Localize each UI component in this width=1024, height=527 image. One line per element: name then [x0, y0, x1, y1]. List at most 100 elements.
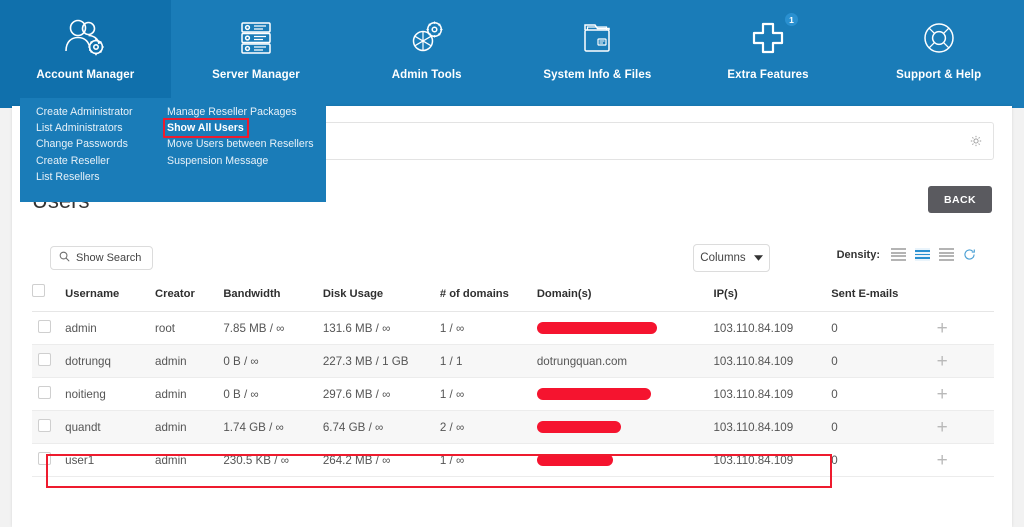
cell-username: dotrungq [65, 345, 155, 378]
column-header-domains[interactable]: Domain(s) [537, 284, 714, 312]
nav-item-server-manager[interactable]: Server Manager [171, 0, 342, 108]
density-control: Density: [837, 248, 976, 261]
table-toolbar: Show Search Columns Density: [32, 246, 992, 274]
row-checkbox[interactable] [38, 386, 51, 399]
cell-domains [537, 411, 714, 444]
density-comfortable-icon[interactable] [891, 248, 906, 261]
table-row[interactable]: dotrungqadmin0 B / ∞227.3 MB / 1 GB1 / 1… [32, 345, 994, 378]
cell-sent-emails: 0 [831, 444, 936, 477]
row-select-cell [32, 378, 65, 411]
cell-expand: + [937, 345, 994, 378]
users-gear-icon [59, 14, 111, 62]
columns-label: Columns [700, 252, 745, 264]
cell-sent-emails: 0 [831, 378, 936, 411]
select-all-checkbox[interactable] [32, 284, 45, 297]
users-table: Username Creator Bandwidth Disk Usage # … [32, 284, 994, 477]
density-standard-icon[interactable] [915, 248, 930, 261]
cell-num-domains: 2 / ∞ [440, 411, 537, 444]
plus-icon[interactable]: + [937, 351, 948, 372]
refresh-icon[interactable] [963, 248, 976, 261]
table-header-row: Username Creator Bandwidth Disk Usage # … [32, 284, 994, 312]
search-icon [59, 251, 70, 265]
menu-item-create-reseller[interactable]: Create Reseller [34, 153, 112, 169]
nav-label: Account Manager [36, 69, 134, 81]
cell-disk-usage: 264.2 MB / ∞ [323, 444, 440, 477]
cell-ip: 103.110.84.109 [713, 444, 831, 477]
lifering-icon [917, 14, 961, 62]
cell-domains: dotrungquan.com [537, 345, 714, 378]
column-header-num-domains[interactable]: # of domains [440, 284, 537, 312]
column-header-ips[interactable]: IP(s) [713, 284, 831, 312]
column-header-username[interactable]: Username [65, 284, 155, 312]
cell-expand: + [937, 411, 994, 444]
menu-item-show-all-users[interactable]: Show All Users [165, 120, 247, 136]
row-checkbox[interactable] [38, 452, 51, 465]
cell-creator: admin [155, 444, 223, 477]
table-row[interactable]: quandtadmin1.74 GB / ∞6.74 GB / ∞2 / ∞10… [32, 411, 994, 444]
menu-item-change-passwords[interactable]: Change Passwords [34, 136, 130, 152]
nav-item-admin-tools[interactable]: Admin Tools [341, 0, 512, 108]
columns-dropdown[interactable]: Columns [693, 244, 770, 272]
row-select-cell [32, 312, 65, 345]
row-checkbox[interactable] [38, 320, 51, 333]
table-row[interactable]: adminroot7.85 MB / ∞131.6 MB / ∞1 / ∞103… [32, 312, 994, 345]
plus-icon[interactable]: + [937, 417, 948, 438]
menu-item-list-resellers[interactable]: List Resellers [34, 169, 102, 185]
density-compact-icon[interactable] [939, 248, 954, 261]
nav-item-account-manager[interactable]: Account Manager [0, 0, 171, 108]
cell-expand: + [937, 378, 994, 411]
nav-item-system-info-files[interactable]: System Info & Files [512, 0, 683, 108]
cell-creator: admin [155, 411, 223, 444]
plus-icon[interactable]: + [937, 450, 948, 471]
menu-item-create-administrator[interactable]: Create Administrator [34, 104, 135, 120]
menu-item-manage-reseller-packages[interactable]: Manage Reseller Packages [165, 104, 299, 120]
notification-badge: 1 [784, 12, 799, 27]
menu-item-list-administrators[interactable]: List Administrators [34, 120, 125, 136]
row-select-cell [32, 345, 65, 378]
cell-ip: 103.110.84.109 [713, 312, 831, 345]
gear-icon[interactable] [959, 123, 993, 159]
select-all-header [32, 284, 65, 312]
dropdown-column-2: Manage Reseller Packages Show All Users … [165, 104, 325, 202]
cell-expand: + [937, 444, 994, 477]
server-rack-icon [234, 14, 278, 62]
account-manager-dropdown: Create Administrator List Administrators… [20, 98, 326, 202]
column-header-creator[interactable]: Creator [155, 284, 223, 312]
redacted-domain-bar [537, 388, 651, 400]
cell-disk-usage: 131.6 MB / ∞ [323, 312, 440, 345]
cell-creator: admin [155, 378, 223, 411]
table-row[interactable]: noitiengadmin0 B / ∞297.6 MB / ∞1 / ∞103… [32, 378, 994, 411]
cell-sent-emails: 0 [831, 312, 936, 345]
row-select-cell [32, 444, 65, 477]
cell-domains [537, 378, 714, 411]
app-page: Account Manager Server Manager [0, 0, 1024, 527]
table-row[interactable]: user1admin230.5 KB / ∞264.2 MB / ∞1 / ∞1… [32, 444, 994, 477]
cell-username: admin [65, 312, 155, 345]
plus-icon: 1 [746, 14, 790, 62]
cell-bandwidth: 0 B / ∞ [223, 345, 322, 378]
column-header-disk-usage[interactable]: Disk Usage [323, 284, 440, 312]
plus-icon[interactable]: + [937, 318, 948, 339]
cell-num-domains: 1 / 1 [440, 345, 537, 378]
show-search-button[interactable]: Show Search [50, 246, 153, 270]
cell-sent-emails: 0 [831, 411, 936, 444]
nav-item-extra-features[interactable]: 1 Extra Features [683, 0, 854, 108]
cell-num-domains: 1 / ∞ [440, 444, 537, 477]
cell-disk-usage: 227.3 MB / 1 GB [323, 345, 440, 378]
dropdown-column-1: Create Administrator List Administrators… [34, 104, 165, 202]
nav-item-support-help[interactable]: Support & Help [853, 0, 1024, 108]
cell-username: user1 [65, 444, 155, 477]
row-checkbox[interactable] [38, 353, 51, 366]
cell-domains [537, 444, 714, 477]
column-header-bandwidth[interactable]: Bandwidth [223, 284, 322, 312]
cell-username: noitieng [65, 378, 155, 411]
back-button[interactable]: BACK [928, 186, 992, 213]
nav-label: Extra Features [727, 69, 808, 81]
plus-icon[interactable]: + [937, 384, 948, 405]
nav-label: Server Manager [212, 69, 300, 81]
column-header-sent-emails[interactable]: Sent E-mails [831, 284, 936, 312]
cell-ip: 103.110.84.109 [713, 411, 831, 444]
menu-item-suspension-message[interactable]: Suspension Message [165, 153, 270, 169]
row-checkbox[interactable] [38, 419, 51, 432]
menu-item-move-users-between-resellers[interactable]: Move Users between Resellers [165, 136, 316, 152]
